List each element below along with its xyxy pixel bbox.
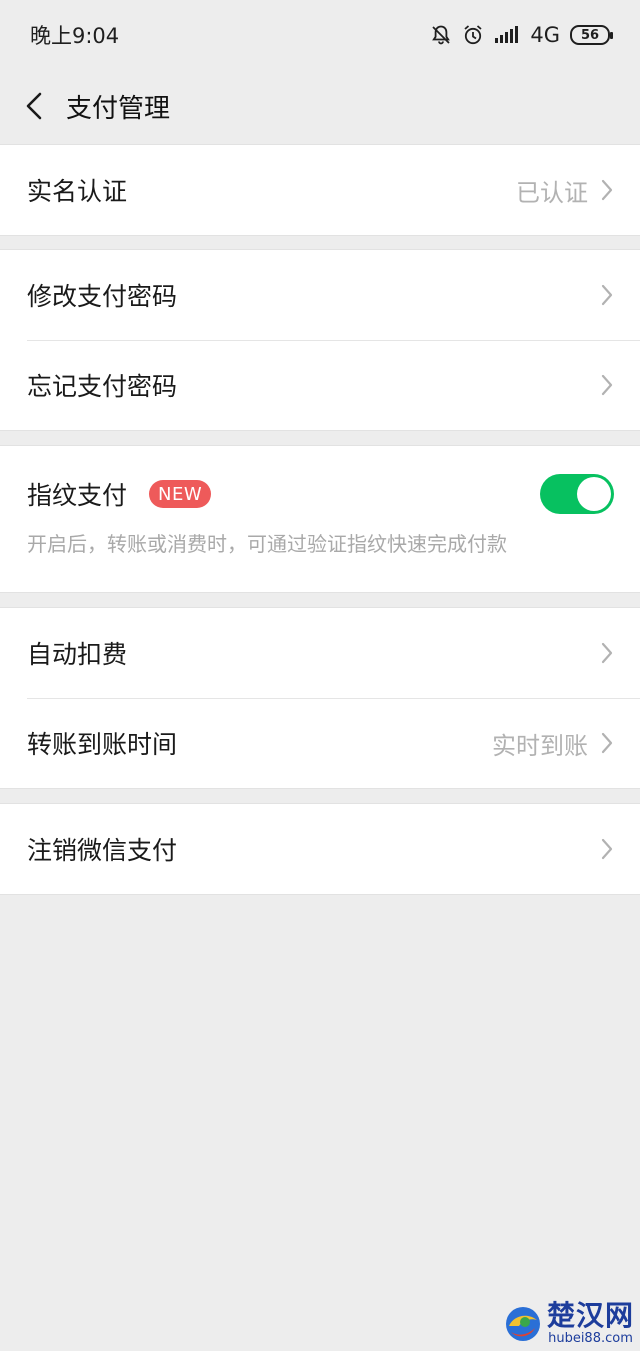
auto-deduct-label: 自动扣费 — [27, 640, 128, 669]
battery-icon: 56 — [570, 25, 613, 45]
status-icons: 4G 56 — [430, 23, 613, 47]
bell-off-icon — [430, 24, 452, 46]
cancel-wechat-pay-row[interactable]: 注销微信支付 — [0, 804, 640, 894]
new-badge: NEW — [149, 480, 212, 508]
real-name-verification-label: 实名认证 — [27, 177, 128, 206]
fingerprint-pay-toggle[interactable] — [540, 474, 614, 514]
chevron-right-icon — [601, 642, 613, 664]
forgot-pay-password-row[interactable]: 忘记支付密码 — [0, 340, 640, 430]
status-time: 晚上9:04 — [30, 24, 120, 48]
nav-bar: 支付管理 — [0, 70, 640, 142]
chevron-right-icon — [601, 374, 613, 396]
verification-status: 已认证 — [516, 178, 588, 207]
password-group: 修改支付密码 忘记支付密码 — [0, 249, 640, 431]
chevron-right-icon — [601, 179, 613, 201]
network-type: 4G — [530, 23, 560, 47]
transfer-time-row[interactable]: 转账到账时间 实时到账 — [0, 698, 640, 788]
cancel-group: 注销微信支付 — [0, 803, 640, 895]
back-button[interactable] — [0, 70, 66, 142]
fingerprint-pay-description: 开启后，转账或消费时，可通过验证指纹快速完成付款 — [27, 532, 507, 556]
watermark: 楚汉网 hubei88.com — [503, 1302, 634, 1345]
real-name-verification-row[interactable]: 实名认证 已认证 — [0, 145, 640, 235]
battery-level: 56 — [580, 27, 600, 43]
transfer-time-value: 实时到账 — [492, 731, 588, 760]
payments-group: 自动扣费 转账到账时间 实时到账 — [0, 607, 640, 789]
page-title: 支付管理 — [66, 93, 171, 124]
transfer-time-label: 转账到账时间 — [27, 730, 178, 759]
signal-icon — [494, 25, 520, 45]
fingerprint-pay-row: 指纹支付 NEW 开启后，转账或消费时，可通过验证指纹快速完成付款 — [0, 446, 640, 592]
chevron-right-icon — [601, 838, 613, 860]
identity-group: 实名认证 已认证 — [0, 144, 640, 236]
chevron-left-icon — [26, 92, 42, 120]
cancel-wechat-pay-label: 注销微信支付 — [27, 836, 178, 865]
watermark-url: hubei88.com — [548, 1331, 633, 1346]
watermark-name: 楚汉网 — [546, 1299, 634, 1332]
fingerprint-group: 指纹支付 NEW 开启后，转账或消费时，可通过验证指纹快速完成付款 — [0, 445, 640, 593]
chevron-right-icon — [601, 732, 613, 754]
forgot-pay-password-label: 忘记支付密码 — [27, 372, 178, 401]
chevron-right-icon — [601, 284, 613, 306]
watermark-logo-icon — [505, 1306, 540, 1341]
status-bar: 晚上9:04 4G 56 — [0, 0, 640, 70]
change-pay-password-row[interactable]: 修改支付密码 — [0, 250, 640, 340]
toggle-knob — [577, 477, 611, 511]
alarm-clock-icon — [462, 24, 484, 46]
auto-deduct-row[interactable]: 自动扣费 — [0, 608, 640, 698]
change-pay-password-label: 修改支付密码 — [27, 282, 178, 311]
fingerprint-pay-label: 指纹支付 — [27, 481, 128, 510]
